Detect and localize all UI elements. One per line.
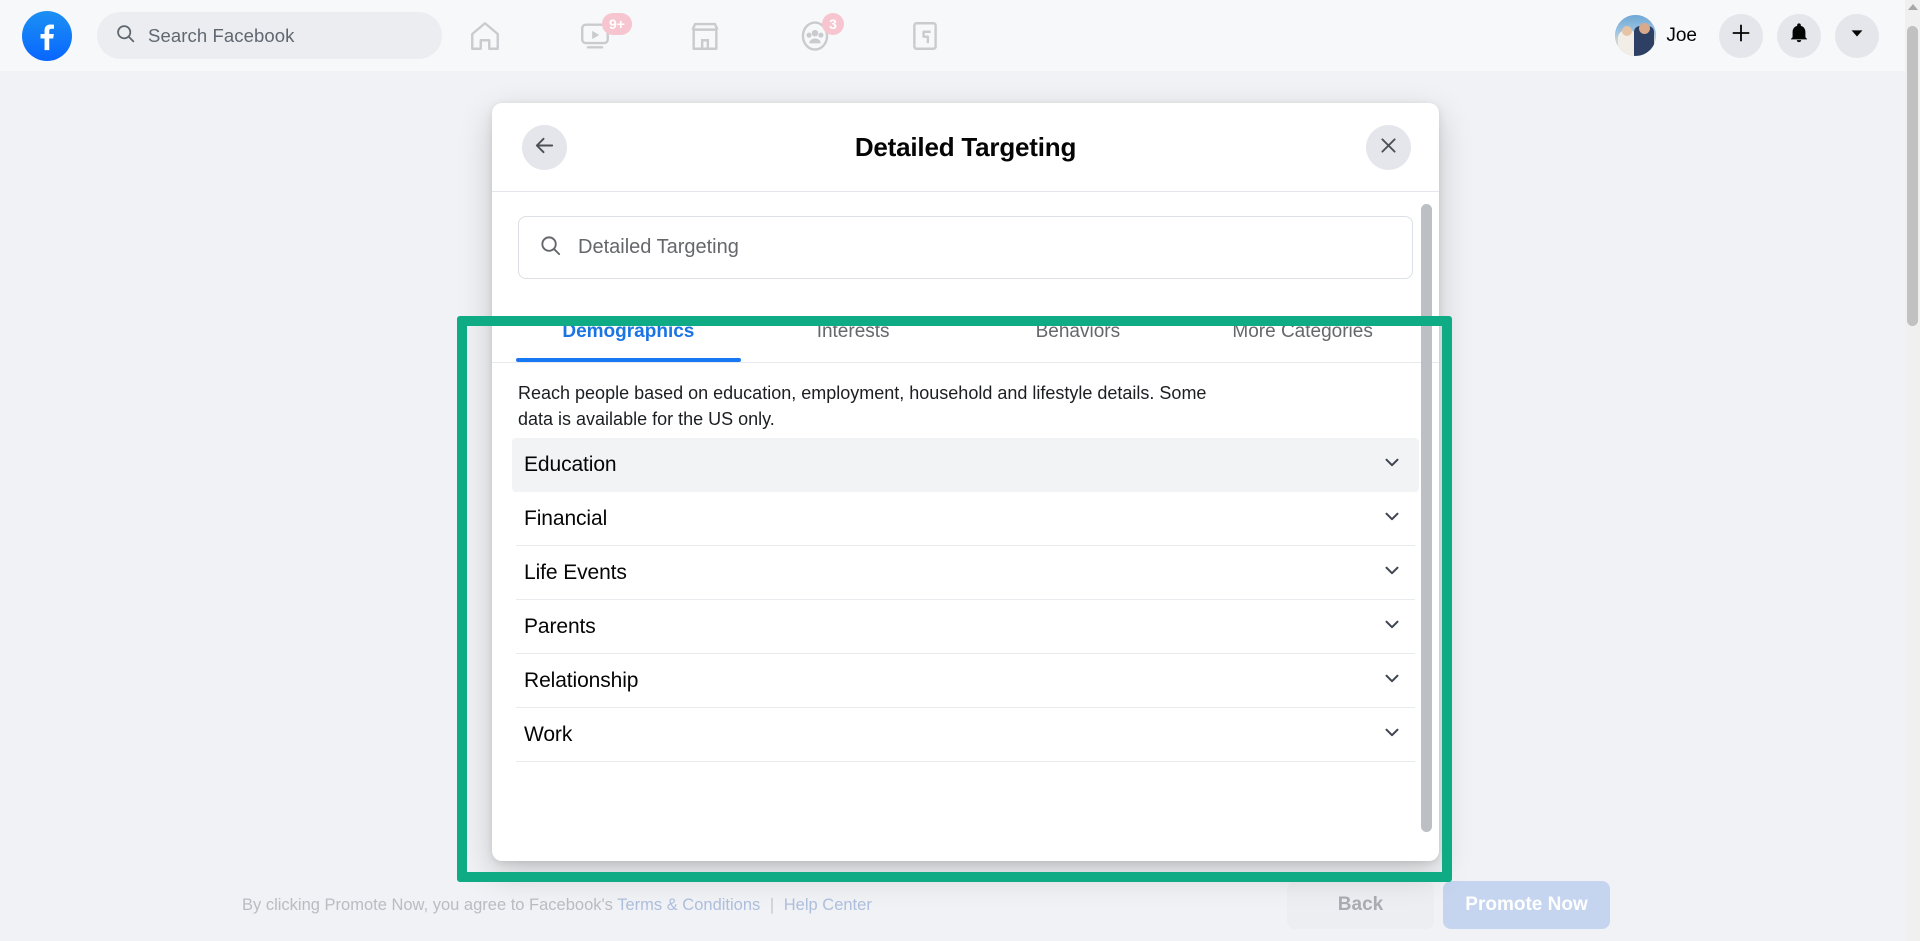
page-scrollbar-thumb[interactable] — [1907, 26, 1918, 326]
facebook-topbar: Search Facebook 9+ 3 Joe — [0, 0, 1905, 71]
accordion-label: Financial — [524, 506, 608, 530]
chevron-down-icon[interactable] — [1381, 721, 1403, 749]
modal-body: Detailed Targeting Demographics Interest… — [492, 192, 1439, 861]
nav-gaming[interactable] — [870, 6, 980, 66]
tab-more-categories[interactable]: More Categories — [1190, 301, 1415, 362]
modal-scrollbar[interactable] — [1421, 204, 1432, 849]
modal-back-button[interactable] — [522, 125, 567, 170]
nav-video[interactable]: 9+ — [540, 6, 650, 66]
tab-demographics-label: Demographics — [562, 320, 695, 342]
search-placeholder: Search Facebook — [148, 24, 295, 46]
topbar-right-cluster: Joe — [1615, 0, 1879, 71]
search-input[interactable]: Search Facebook — [97, 12, 442, 59]
chevron-down-icon[interactable] — [1381, 667, 1403, 695]
chevron-down-icon[interactable] — [1381, 559, 1403, 587]
nav-home[interactable] — [430, 6, 540, 66]
accordion-label: Education — [524, 452, 617, 476]
accordion-row-education[interactable]: Education — [512, 438, 1419, 493]
modal-header: Detailed Targeting — [492, 103, 1439, 192]
detailed-targeting-modal: Detailed Targeting Detailed Targeting De… — [492, 103, 1439, 861]
modal-scrollbar-thumb[interactable] — [1421, 204, 1432, 832]
search-icon — [115, 23, 136, 49]
tab-behaviors[interactable]: Behaviors — [966, 301, 1191, 362]
bell-icon — [1788, 22, 1810, 49]
accordion-row-parents[interactable]: Parents — [516, 600, 1415, 655]
arrow-left-icon — [533, 134, 556, 162]
profile-chip[interactable]: Joe — [1615, 15, 1705, 56]
video-badge: 9+ — [602, 12, 632, 35]
detailed-targeting-search-input[interactable]: Detailed Targeting — [518, 216, 1413, 279]
profile-name: Joe — [1666, 24, 1697, 46]
accordion-row-life-events[interactable]: Life Events — [516, 546, 1415, 601]
tab-interests[interactable]: Interests — [741, 301, 966, 362]
category-tabs: Demographics Interests Behaviors More Ca… — [492, 301, 1439, 363]
scroll-up-arrow-icon[interactable] — [1908, 4, 1918, 10]
notifications-button[interactable] — [1777, 13, 1821, 58]
footer-separator: | — [769, 896, 775, 914]
search-icon — [539, 234, 562, 262]
accordion-row-financial[interactable]: Financial — [516, 492, 1415, 547]
tab-behaviors-label: Behaviors — [1035, 320, 1121, 342]
plus-icon — [1730, 22, 1752, 49]
modal-close-button[interactable] — [1366, 125, 1411, 170]
chevron-down-icon[interactable] — [1381, 505, 1403, 533]
tab-more-categories-label: More Categories — [1232, 320, 1373, 342]
page-scrollbar[interactable] — [1905, 0, 1920, 941]
help-center-link[interactable]: Help Center — [784, 896, 872, 914]
account-menu-button[interactable] — [1835, 13, 1879, 58]
accordion-label: Relationship — [524, 668, 639, 692]
accordion-label: Parents — [524, 614, 596, 638]
accordion-label: Work — [524, 722, 573, 746]
avatar — [1615, 15, 1657, 56]
accordion-row-work[interactable]: Work — [516, 708, 1415, 763]
chevron-down-icon[interactable] — [1381, 451, 1403, 479]
accordion-row-relationship[interactable]: Relationship — [516, 654, 1415, 709]
nav-icon-group: 9+ 3 — [430, 0, 980, 71]
chevron-down-icon[interactable] — [1381, 613, 1403, 641]
promote-now-button[interactable]: Promote Now — [1443, 881, 1610, 929]
category-accordion-list: Education Financial Life Events Parents … — [492, 438, 1439, 763]
footer-terms-note: By clicking Promote Now, you agree to Fa… — [242, 896, 872, 915]
modal-title: Detailed Targeting — [854, 131, 1077, 162]
nav-groups[interactable]: 3 — [760, 6, 870, 66]
tab-interests-label: Interests — [816, 320, 890, 342]
accordion-label: Life Events — [524, 560, 627, 584]
modal-search-wrap: Detailed Targeting — [492, 192, 1439, 279]
demographics-description: Reach people based on education, employm… — [518, 383, 1207, 429]
chevron-down-icon — [1847, 23, 1867, 48]
facebook-logo-icon[interactable] — [22, 11, 72, 61]
create-button[interactable] — [1719, 13, 1763, 58]
close-icon — [1378, 135, 1399, 161]
terms-link[interactable]: Terms & Conditions — [617, 896, 760, 914]
back-button[interactable]: Back — [1287, 881, 1434, 929]
groups-badge: 3 — [822, 12, 844, 35]
nav-marketplace[interactable] — [650, 6, 760, 66]
footer-note-prefix: By clicking Promote Now, you agree to Fa… — [242, 896, 613, 914]
tab-demographics[interactable]: Demographics — [516, 301, 741, 362]
search-placeholder: Detailed Targeting — [578, 236, 739, 258]
